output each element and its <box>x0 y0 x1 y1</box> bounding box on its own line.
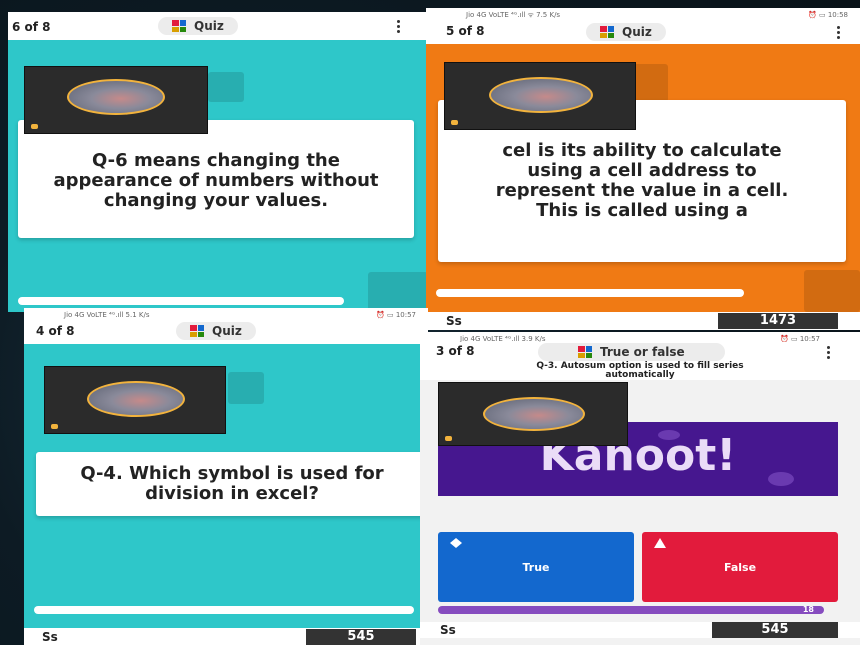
top-bar: 6 of 8 Quiz <box>8 12 436 40</box>
camera-thumbnail <box>87 381 185 417</box>
top-bar: 3 of 8 True or false <box>420 342 860 362</box>
status-bar: Jio 4G VoLTE ⁴ᴳ.ıll ᯤ 7.5 K/s ⏰ ▭ 10:58 <box>426 8 860 22</box>
question-header: Q-3. Autosum option is used to fill seri… <box>420 362 860 380</box>
player-nickname: Ss <box>446 314 462 328</box>
question-counter: 5 of 8 <box>446 24 485 38</box>
mode-label: Quiz <box>622 25 652 39</box>
answer-false-button[interactable]: False <box>642 532 838 602</box>
bottom-bar: Ss 545 <box>420 622 860 638</box>
deco-shape <box>804 270 860 312</box>
question-text: Q-3. Autosum option is used to fill seri… <box>536 361 744 380</box>
panel-question-4: Jio 4G VoLTE ⁴ᴳ.ıll 5.1 K/s ⏰ ▭ 10:57 4 … <box>24 308 428 645</box>
mode-label: Quiz <box>194 19 224 33</box>
kebab-menu-icon[interactable] <box>837 26 840 41</box>
panel-question-5: Jio 4G VoLTE ⁴ᴳ.ıll ᯤ 7.5 K/s ⏰ ▭ 10:58 … <box>426 8 860 330</box>
question-text: cel is its ability to calculate using a … <box>495 139 789 222</box>
camera-overlay <box>438 382 628 446</box>
kahoot-grid-icon <box>600 26 614 38</box>
answer-false-label: False <box>723 560 757 574</box>
triangle-icon <box>654 538 666 548</box>
answer-count: 18 <box>802 605 814 614</box>
mode-pill: Quiz <box>586 23 666 41</box>
answer-true-button[interactable]: True <box>438 532 634 602</box>
bottom-bar: Ss 545 <box>24 628 428 645</box>
deco-shape <box>208 72 244 102</box>
camera-thumbnail <box>489 77 593 113</box>
camera-thumbnail <box>483 397 585 431</box>
timer-bar <box>18 297 344 305</box>
panel-question-6: 6 of 8 Quiz Q-6 means changing the appea… <box>8 12 436 312</box>
player-score: 545 <box>712 622 838 638</box>
camera-overlay <box>24 66 208 134</box>
question-counter: 6 of 8 <box>12 20 51 34</box>
player-nickname: Ss <box>440 623 456 637</box>
kahoot-grid-icon <box>578 346 592 358</box>
mode-label: Quiz <box>212 324 242 338</box>
camera-overlay <box>44 366 226 434</box>
kahoot-grid-icon <box>190 325 204 337</box>
mode-pill: Quiz <box>158 17 238 35</box>
top-bar: 4 of 8 Quiz <box>24 320 428 344</box>
panel-question-3: Jio 4G VoLTE ⁴ᴳ.ıll 3.9 K/s ⏰ ▭ 10:57 3 … <box>420 332 860 645</box>
question-counter: 3 of 8 <box>436 344 475 358</box>
answer-true-label: True <box>522 560 550 574</box>
mode-pill: True or false <box>538 343 725 361</box>
camera-thumbnail <box>67 79 165 115</box>
question-card: Q-6 means changing the appearance of num… <box>18 120 414 238</box>
kebab-menu-icon[interactable] <box>827 346 830 361</box>
player-nickname: Ss <box>42 630 58 644</box>
status-network: Jio 4G VoLTE ⁴ᴳ.ıll ᯤ 7.5 K/s <box>466 11 561 19</box>
mode-label: True or false <box>600 345 685 359</box>
top-bar: 5 of 8 Quiz <box>426 22 860 44</box>
camera-icon <box>31 124 38 129</box>
deco-shape <box>368 272 428 312</box>
camera-icon <box>51 424 58 429</box>
question-counter: 4 of 8 <box>36 324 75 338</box>
timer-bar <box>436 289 744 297</box>
question-text: Q-6 means changing the appearance of num… <box>53 149 379 212</box>
diamond-icon <box>450 538 462 548</box>
mode-pill: Quiz <box>176 322 256 340</box>
kebab-menu-icon[interactable] <box>397 20 400 35</box>
answer-count-bar: 18 <box>438 605 824 614</box>
player-score: 545 <box>306 629 416 645</box>
bottom-bar: Ss 1473 <box>426 312 860 330</box>
question-card: Q-4. Which symbol is used for division i… <box>36 452 428 516</box>
deco-shape <box>228 372 264 404</box>
camera-icon <box>451 120 458 125</box>
timer-bar <box>34 606 414 614</box>
camera-icon <box>445 436 452 441</box>
status-time: ⏰ ▭ 10:57 <box>376 311 416 319</box>
kahoot-grid-icon <box>172 20 186 32</box>
camera-overlay <box>444 62 636 130</box>
status-time: ⏰ ▭ 10:58 <box>808 11 848 19</box>
player-score: 1473 <box>718 313 838 329</box>
question-text: Q-4. Which symbol is used for division i… <box>80 462 384 504</box>
status-network: Jio 4G VoLTE ⁴ᴳ.ıll 5.1 K/s <box>64 311 150 319</box>
